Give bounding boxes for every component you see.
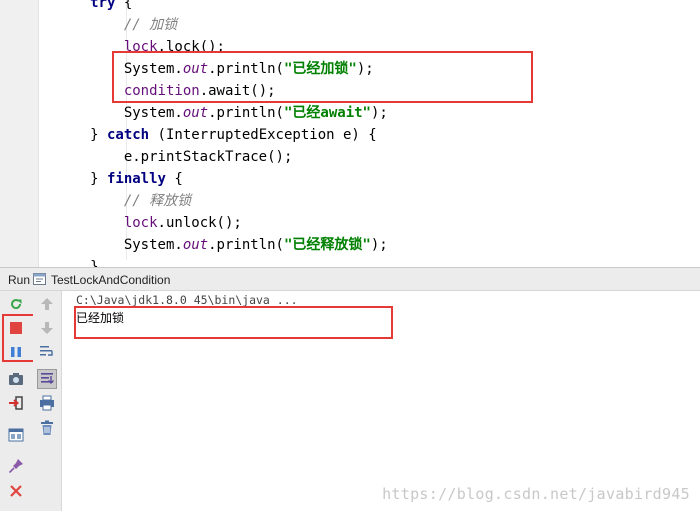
code-token: System.	[56, 105, 183, 121]
watermark-text: https://blog.csdn.net/javabird945	[382, 485, 690, 503]
up-arrow-icon[interactable]	[37, 294, 57, 314]
code-token: "已经释放锁"	[283, 237, 371, 253]
code-token: catch	[106, 127, 150, 143]
code-line[interactable]: // 释放锁	[56, 190, 191, 212]
code-token: "已经await"	[283, 105, 371, 121]
highlight-box-lock-acquire	[112, 51, 533, 103]
rerun-icon[interactable]	[6, 294, 26, 314]
code-line[interactable]: }	[56, 256, 98, 267]
code-editor[interactable]: try { // 加锁 lock.lock(); System.out.prin…	[0, 0, 700, 267]
highlight-box-console-output	[74, 306, 393, 339]
code-token: lock	[123, 215, 158, 231]
console-command-line: C:\Java\jdk1.8.0_45\bin\java ...	[76, 293, 298, 307]
code-token: );	[370, 237, 388, 253]
code-line[interactable]: System.out.println("已经释放锁");	[56, 234, 388, 256]
run-toolbar-secondary	[33, 291, 62, 511]
code-token: // 释放锁	[123, 193, 192, 209]
code-line[interactable]: } catch (InterruptedException e) {	[56, 124, 377, 146]
code-token: out	[182, 105, 209, 121]
code-token: );	[371, 105, 388, 121]
code-token: (InterruptedException e) {	[149, 127, 377, 143]
code-token: finally	[106, 171, 166, 187]
close-icon[interactable]	[6, 481, 26, 501]
code-token: e.printStackTrace();	[56, 149, 293, 165]
code-token: {	[165, 171, 183, 187]
code-token: out	[182, 237, 209, 253]
print-icon[interactable]	[37, 393, 57, 413]
code-line[interactable]: } finally {	[56, 168, 183, 190]
code-token: System.	[56, 237, 183, 253]
run-tool-window-header: Run TestLockAndCondition	[0, 267, 700, 291]
dump-threads-icon[interactable]	[6, 369, 26, 389]
clear-all-icon[interactable]	[37, 418, 57, 438]
code-token: {	[115, 0, 133, 11]
scroll-to-end-icon[interactable]	[37, 369, 57, 389]
run-config-icon	[33, 273, 46, 285]
soft-wrap-icon[interactable]	[37, 342, 57, 362]
code-line[interactable]: lock.unlock();	[56, 212, 242, 234]
pin-icon[interactable]	[6, 456, 26, 476]
code-line[interactable]: // 加锁	[56, 14, 177, 36]
exit-icon[interactable]	[6, 393, 26, 413]
editor-gutter	[0, 0, 39, 267]
code-line[interactable]: System.out.println("已经await");	[56, 102, 388, 124]
code-token: // 加锁	[123, 17, 178, 33]
code-token: .unlock();	[157, 215, 242, 231]
run-config-name[interactable]: TestLockAndCondition	[51, 273, 170, 287]
down-arrow-icon[interactable]	[37, 318, 57, 338]
code-token: .println(	[208, 105, 284, 121]
code-token: }	[56, 171, 107, 187]
code-token: }	[56, 259, 99, 267]
code-token: .println(	[208, 237, 284, 253]
code-token: }	[56, 127, 107, 143]
code-line[interactable]: try {	[56, 0, 132, 14]
code-line[interactable]: e.printStackTrace();	[56, 146, 293, 168]
run-tab-label[interactable]: Run	[8, 273, 30, 287]
code-token: try	[90, 0, 116, 11]
restore-layout-icon[interactable]	[6, 425, 26, 445]
